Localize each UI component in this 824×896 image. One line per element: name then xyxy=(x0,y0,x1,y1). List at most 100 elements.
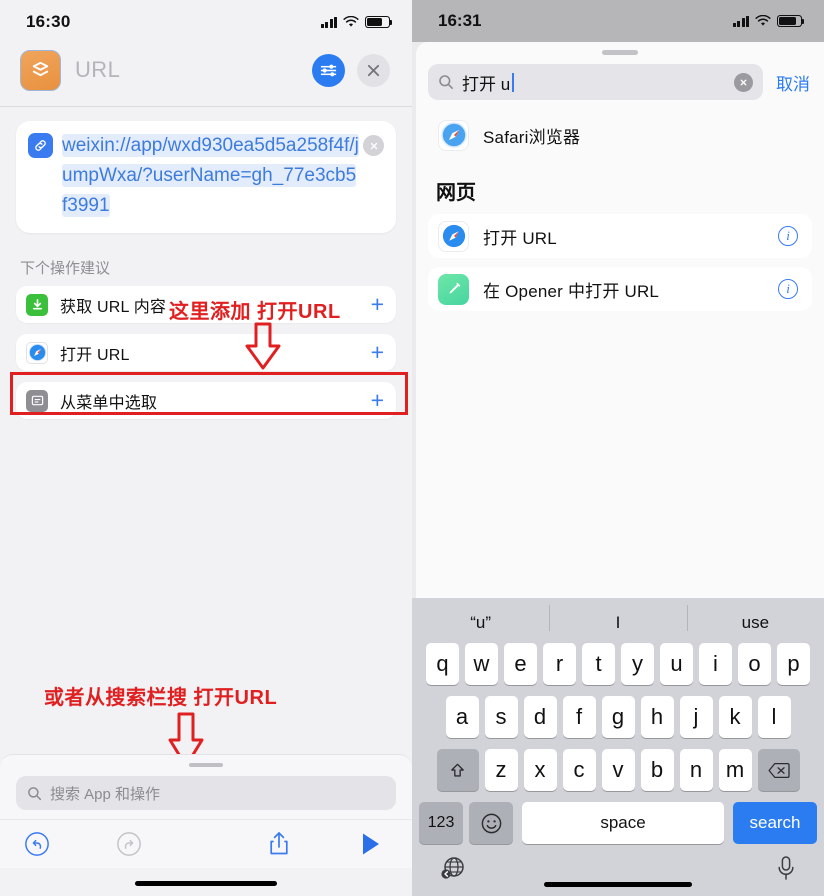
keyboard-row-4: 123 space search xyxy=(412,802,824,844)
key-d[interactable]: d xyxy=(523,696,557,738)
search-input[interactable]: 打开 u xyxy=(428,64,763,100)
search-value: 打开 u xyxy=(462,74,511,94)
key-o[interactable]: o xyxy=(738,643,771,685)
search-input[interactable]: 搜索 App 和操作 xyxy=(16,776,396,810)
key-e[interactable]: e xyxy=(504,643,537,685)
cancel-button[interactable]: 取消 xyxy=(776,70,810,95)
key-f[interactable]: f xyxy=(562,696,596,738)
annotation-search-bar: 或者从搜索栏搜 打开URL xyxy=(44,687,278,709)
status-clock: 16:30 xyxy=(26,12,71,31)
list-item[interactable]: 打开 URL + xyxy=(16,334,396,371)
suggestions-section-label: 下个操作建议 xyxy=(20,260,111,277)
key-l[interactable]: l xyxy=(757,696,791,738)
key-x[interactable]: x xyxy=(523,749,557,791)
search-bar-row: 打开 u 取消 xyxy=(416,55,824,110)
list-item-label: 打开 URL xyxy=(483,228,557,248)
prediction-candidate[interactable]: I xyxy=(549,605,686,633)
url-action-card[interactable]: weixin://app/wxd930ea5d5a258f4f/jumpWxa/… xyxy=(16,121,396,233)
key-s[interactable]: s xyxy=(484,696,518,738)
prediction-candidate[interactable]: use xyxy=(686,605,824,633)
home-indicator xyxy=(135,881,277,886)
clear-circle-icon[interactable] xyxy=(363,135,384,156)
list-item[interactable]: 打开 URL i xyxy=(428,214,812,258)
add-action-button[interactable]: + xyxy=(371,293,384,316)
url-text: weixin://app/wxd930ea5d5a258f4f/jumpWxa/… xyxy=(62,134,359,217)
battery-icon xyxy=(777,15,805,27)
key-i[interactable]: i xyxy=(699,643,732,685)
key-h[interactable]: h xyxy=(640,696,674,738)
globe-icon[interactable] xyxy=(438,853,468,888)
home-indicator xyxy=(544,882,692,887)
search-icon xyxy=(439,75,453,89)
right-status-bar: 16:31 xyxy=(412,0,824,42)
key-q[interactable]: q xyxy=(426,643,459,685)
shift-icon[interactable] xyxy=(436,749,479,791)
play-icon[interactable] xyxy=(356,831,386,857)
opener-pen-icon xyxy=(438,273,469,305)
list-item-app[interactable]: Safari浏览器 xyxy=(428,110,812,160)
keyboard-row-3: z x c v b n m xyxy=(412,749,824,791)
key-c[interactable]: c xyxy=(562,749,596,791)
right-phone-screen: 16:31 打开 u 取消 Safari浏览器 网页 打开 URL i 在 Op… xyxy=(412,0,824,896)
info-icon[interactable]: i xyxy=(778,226,798,246)
status-indicators xyxy=(320,16,393,28)
add-action-button[interactable]: + xyxy=(371,389,384,412)
sliders-icon[interactable] xyxy=(312,53,345,87)
key-r[interactable]: r xyxy=(543,643,576,685)
microphone-icon[interactable] xyxy=(774,853,798,888)
info-icon[interactable]: i xyxy=(778,279,798,299)
key-v[interactable]: v xyxy=(601,749,635,791)
header-divider xyxy=(0,106,412,107)
shortcuts-stack-icon xyxy=(20,49,61,91)
status-indicators xyxy=(732,15,805,27)
download-icon xyxy=(26,293,48,316)
key-k[interactable]: k xyxy=(718,696,752,738)
list-item[interactable]: 在 Opener 中打开 URL i xyxy=(428,267,812,311)
numeric-key[interactable]: 123 xyxy=(419,802,463,844)
key-g[interactable]: g xyxy=(601,696,635,738)
key-n[interactable]: n xyxy=(679,749,713,791)
key-b[interactable]: b xyxy=(640,749,674,791)
backspace-icon[interactable] xyxy=(757,749,800,791)
list-item[interactable]: 从菜单中选取 + xyxy=(16,382,396,419)
safari-icon xyxy=(438,220,469,252)
key-a[interactable]: a xyxy=(445,696,479,738)
annotation-add-here: 这里添加 打开URL xyxy=(169,301,341,323)
safari-icon xyxy=(438,119,469,151)
close-icon[interactable] xyxy=(357,53,390,87)
sheet-grabber[interactable] xyxy=(189,763,223,767)
emoji-icon[interactable] xyxy=(469,802,513,844)
space-key[interactable]: space xyxy=(522,802,724,844)
redo-icon xyxy=(112,831,146,857)
annotation-arrow-down xyxy=(245,322,281,370)
share-icon[interactable] xyxy=(262,830,296,858)
undo-icon[interactable] xyxy=(20,831,54,857)
url-value[interactable]: weixin://app/wxd930ea5d5a258f4f/jumpWxa/… xyxy=(62,131,359,221)
prediction-candidate[interactable]: “u” xyxy=(412,613,549,633)
dual-screenshot: 16:30 URL weixin://app/wxd930ea5d5a258f4… xyxy=(0,0,824,896)
prediction-bar: “u” I use xyxy=(412,603,824,643)
list-item-label: 从菜单中选取 xyxy=(60,394,158,412)
key-w[interactable]: w xyxy=(465,643,498,685)
keyboard-row-1: q w e r t y u i o p xyxy=(412,643,824,685)
list-item-label: 在 Opener 中打开 URL xyxy=(483,281,660,301)
bottom-toolbar xyxy=(0,819,412,868)
key-y[interactable]: y xyxy=(621,643,654,685)
search-placeholder: 搜索 App 和操作 xyxy=(50,785,161,803)
key-z[interactable]: z xyxy=(484,749,518,791)
page-title: URL xyxy=(75,57,121,82)
status-clock: 16:31 xyxy=(438,11,482,30)
keyboard-row-2: a s d f g h j k l xyxy=(412,696,824,738)
list-item-label: Safari浏览器 xyxy=(483,127,581,147)
key-j[interactable]: j xyxy=(679,696,713,738)
add-action-button[interactable]: + xyxy=(371,341,384,364)
key-u[interactable]: u xyxy=(660,643,693,685)
key-p[interactable]: p xyxy=(777,643,810,685)
key-m[interactable]: m xyxy=(718,749,752,791)
clear-circle-icon[interactable] xyxy=(734,72,753,92)
search-key[interactable]: search xyxy=(733,802,817,844)
key-t[interactable]: t xyxy=(582,643,615,685)
search-icon xyxy=(28,786,42,800)
left-status-bar: 16:30 xyxy=(0,0,412,44)
wifi-icon xyxy=(755,15,771,27)
